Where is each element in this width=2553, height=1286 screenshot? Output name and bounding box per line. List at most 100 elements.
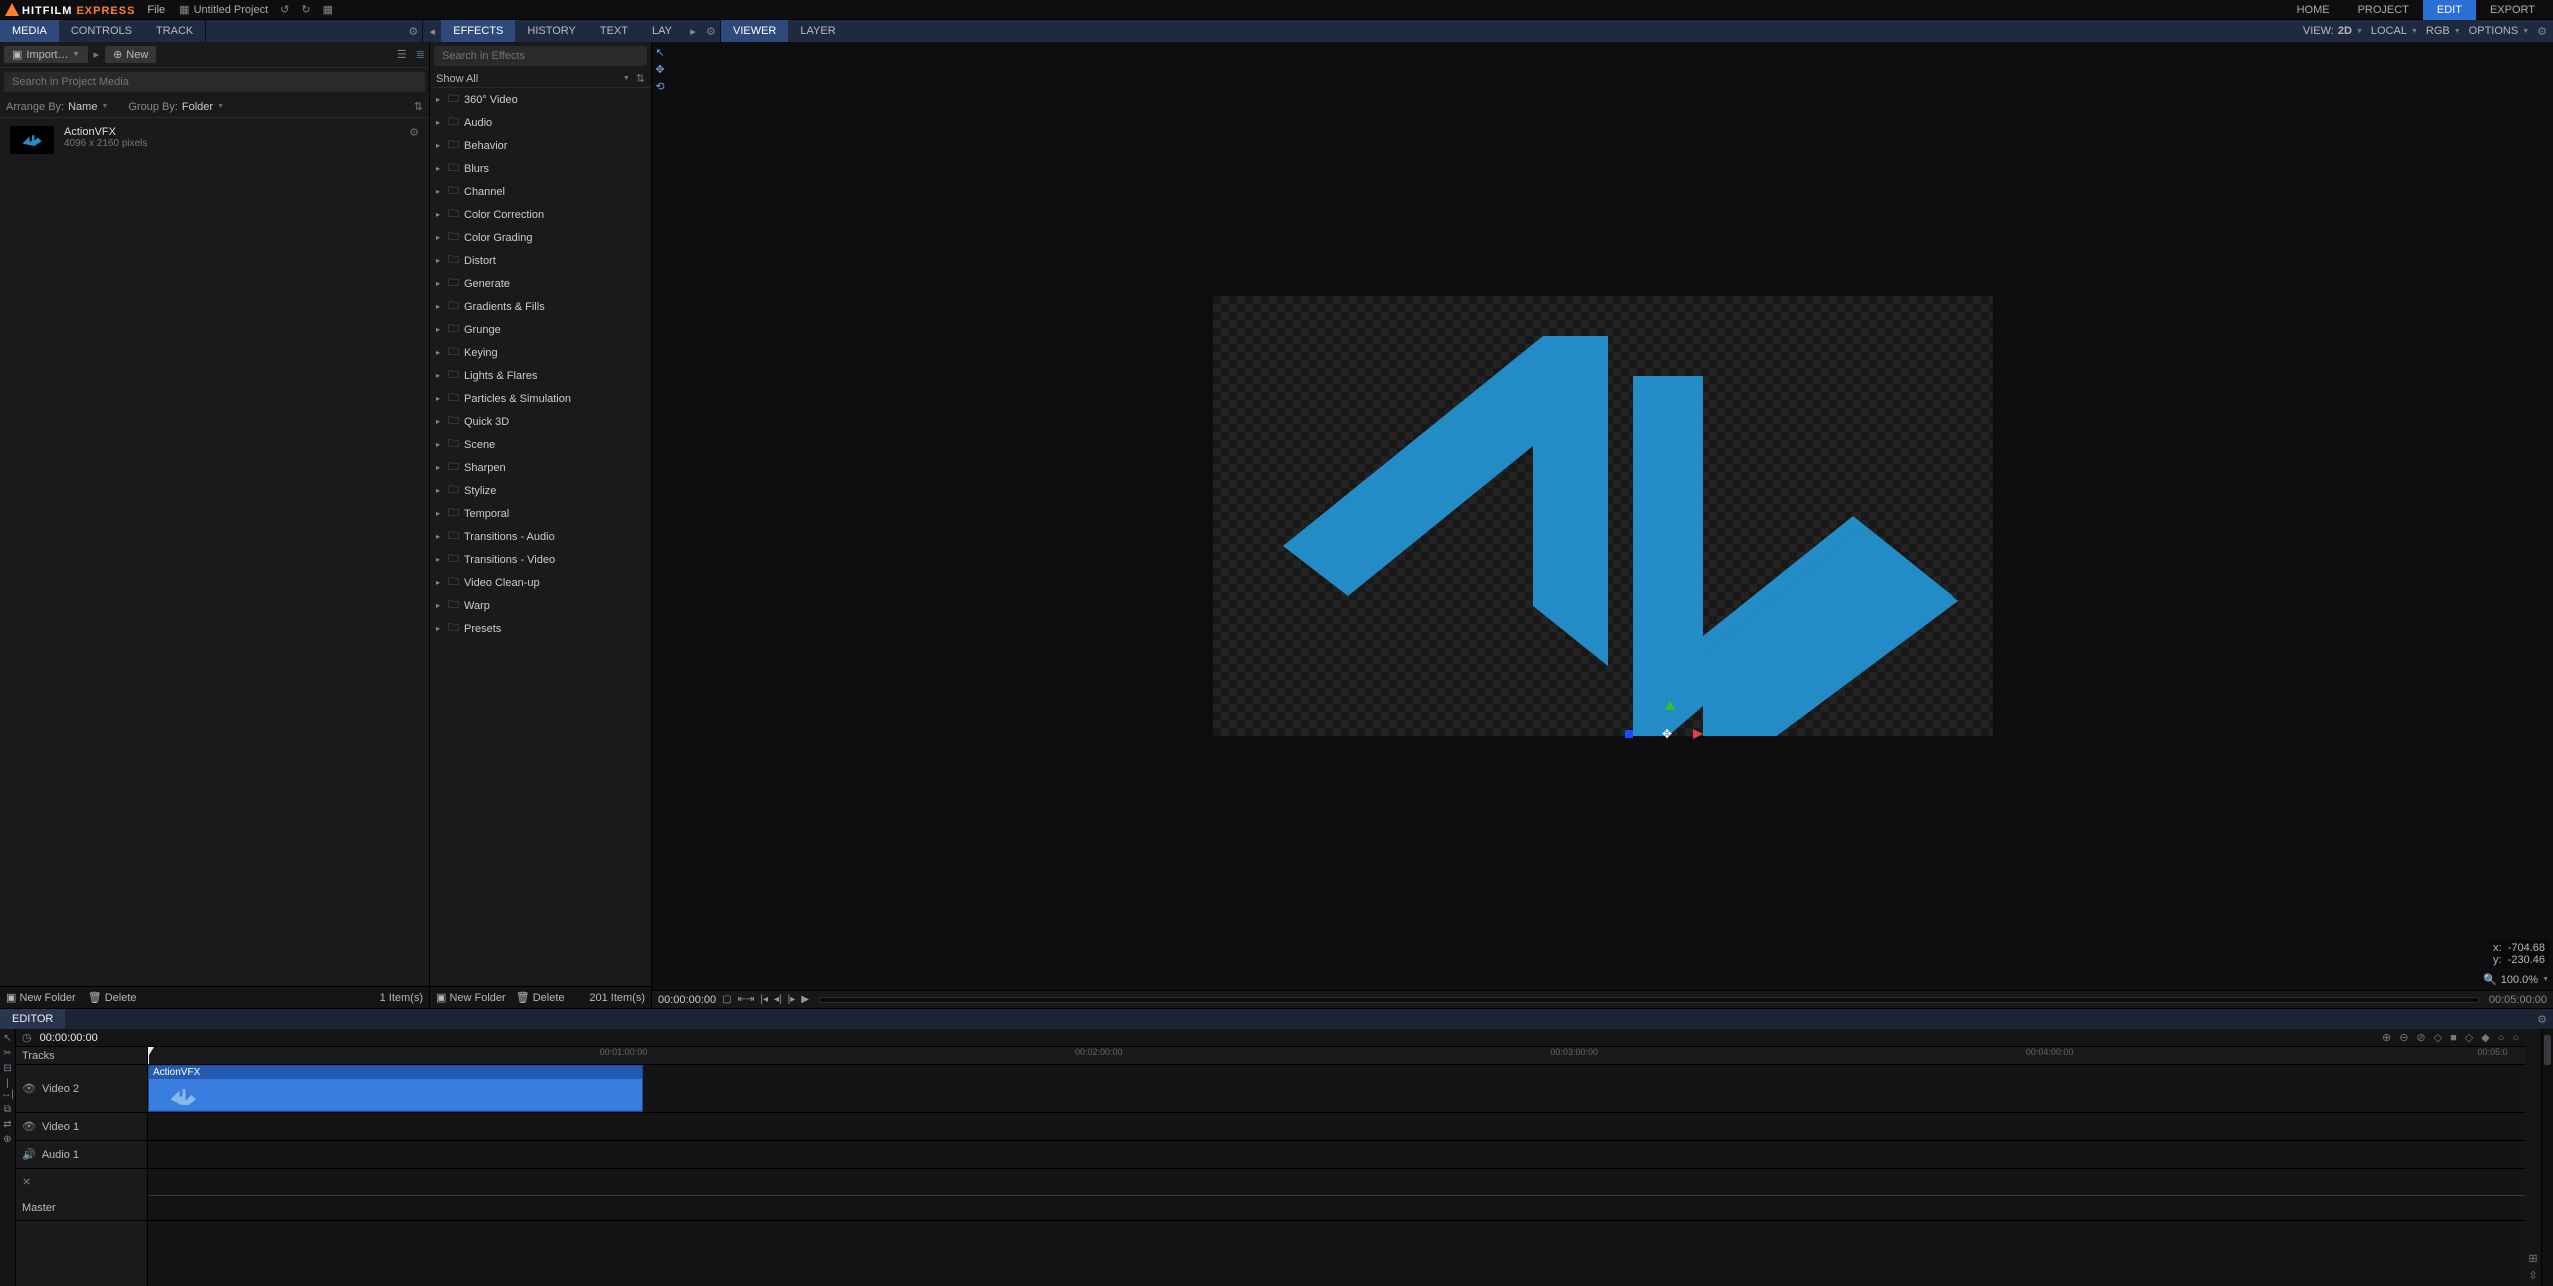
- grid-icon[interactable]: ▦: [323, 3, 333, 16]
- marker-add-icon[interactable]: ⊕: [2382, 1031, 2391, 1044]
- effects-category[interactable]: ▸🗀Channel: [430, 180, 651, 203]
- slice-tool-icon[interactable]: ✂: [0, 1048, 15, 1059]
- effects-category[interactable]: ▸🗀Grunge: [430, 318, 651, 341]
- item-gear-icon[interactable]: ⚙: [409, 126, 419, 139]
- select-tool-icon[interactable]: ↖: [652, 46, 668, 59]
- effects-category[interactable]: ▸🗀Blurs: [430, 157, 651, 180]
- scroll-left-icon[interactable]: ◂: [423, 20, 441, 42]
- select-tool-icon[interactable]: ↖: [0, 1033, 15, 1044]
- tab-media[interactable]: MEDIA: [0, 20, 59, 42]
- effects-category[interactable]: ▸🗀Sharpen: [430, 456, 651, 479]
- media-item[interactable]: ActionVFX 4096 x 2160 pixels ⚙: [6, 124, 423, 156]
- effects-category[interactable]: ▸🗀Color Grading: [430, 226, 651, 249]
- tab-layer[interactable]: LAYER: [788, 20, 847, 42]
- effects-category[interactable]: ▸🗀360° Video: [430, 88, 651, 111]
- visibility-icon[interactable]: 👁: [22, 1082, 36, 1095]
- timeline-ruler[interactable]: 00:01:00:0000:02:00:0000:03:00:0000:04:0…: [148, 1047, 2525, 1064]
- track-name[interactable]: Video 1: [42, 1121, 79, 1133]
- link-tool-icon[interactable]: ⇄: [0, 1119, 15, 1130]
- zoom-icon[interactable]: 🔍: [2483, 973, 2497, 986]
- sort-icon[interactable]: ⇅: [414, 100, 423, 113]
- mute-icon[interactable]: 🔊: [22, 1148, 36, 1161]
- effects-category[interactable]: ▸🗀Presets: [430, 617, 651, 640]
- timeline-timecode[interactable]: 00:00:00:00: [40, 1032, 98, 1044]
- magnet-tool-icon[interactable]: ⊕: [0, 1134, 15, 1145]
- z-handle-icon[interactable]: [1625, 730, 1633, 738]
- track-name[interactable]: Master: [22, 1202, 56, 1214]
- media-search-input[interactable]: [4, 72, 425, 92]
- effects-gear-icon[interactable]: ⚙: [702, 20, 720, 42]
- effects-category[interactable]: ▸🗀Gradients & Fills: [430, 295, 651, 318]
- effects-category[interactable]: ▸🗀Generate: [430, 272, 651, 295]
- media-gear-icon[interactable]: ⚙: [404, 20, 422, 42]
- loop-icon[interactable]: ▢: [722, 994, 731, 1005]
- list-view-icon[interactable]: ☰: [397, 49, 407, 61]
- effects-category[interactable]: ▸🗀Audio: [430, 111, 651, 134]
- effects-category[interactable]: ▸🗀Lights & Flares: [430, 364, 651, 387]
- track-add-icon[interactable]: ⊞: [2528, 1252, 2537, 1265]
- undo-icon[interactable]: ↺: [280, 3, 289, 16]
- channel-dropdown[interactable]: RGB ▼: [2426, 25, 2461, 37]
- kf-opts-icon[interactable]: ○: [2512, 1032, 2519, 1044]
- timeline-vscroll[interactable]: [2541, 1029, 2553, 1286]
- track-name[interactable]: Video 2: [42, 1083, 79, 1095]
- viewer-timecode[interactable]: 00:00:00:00: [658, 994, 716, 1006]
- view-mode-dropdown[interactable]: VIEW: 2D ▼: [2303, 25, 2363, 37]
- go-start-icon[interactable]: |◂: [760, 994, 768, 1005]
- step-back-icon[interactable]: ◂|: [774, 994, 782, 1005]
- orbit-tool-icon[interactable]: ⟲: [652, 80, 668, 93]
- track-name[interactable]: Audio 1: [42, 1149, 79, 1161]
- fx-icon[interactable]: ⨯: [22, 1175, 31, 1188]
- zoom-value[interactable]: 100.0%: [2501, 974, 2538, 986]
- effects-category[interactable]: ▸🗀Stylize: [430, 479, 651, 502]
- effects-category[interactable]: ▸🗀Distort: [430, 249, 651, 272]
- tab-text[interactable]: TEXT: [588, 20, 640, 42]
- x-handle-icon[interactable]: [1693, 729, 1703, 739]
- play-icon[interactable]: ▶: [801, 994, 809, 1005]
- nav-home[interactable]: HOME: [2283, 0, 2344, 20]
- viewer-scrubber[interactable]: [819, 997, 2479, 1003]
- space-dropdown[interactable]: LOCAL ▼: [2371, 25, 2418, 37]
- show-all-label[interactable]: Show All: [436, 73, 478, 85]
- viewer-canvas[interactable]: ↖ ✥ ⟲ ✥ x: -704.68 y: -230.46: [652, 42, 2553, 990]
- kf-clear-icon[interactable]: ○: [2498, 1032, 2505, 1044]
- scroll-right-icon[interactable]: ▸: [684, 20, 702, 42]
- new-folder-btn[interactable]: ▣ New Folder: [6, 991, 76, 1004]
- chevron-right-icon[interactable]: ▸: [94, 48, 100, 61]
- tab-controls[interactable]: CONTROLS: [59, 20, 144, 42]
- move-handle-icon[interactable]: ✥: [1662, 727, 1672, 741]
- nav-project[interactable]: PROJECT: [2344, 0, 2423, 20]
- sort-icon[interactable]: ⇅: [636, 72, 645, 85]
- effects-category[interactable]: ▸🗀Behavior: [430, 134, 651, 157]
- detail-view-icon[interactable]: ≣: [416, 49, 425, 61]
- import-button[interactable]: ▣Import…▼: [4, 46, 88, 63]
- marker-prev-icon[interactable]: ⊖: [2399, 1031, 2408, 1044]
- ripple-tool-icon[interactable]: |↔|: [0, 1078, 15, 1100]
- tab-viewer[interactable]: VIEWER: [721, 20, 788, 42]
- snap-tool-icon[interactable]: ⊟: [0, 1063, 15, 1074]
- effects-category[interactable]: ▸🗀Color Correction: [430, 203, 651, 226]
- viewer-gear-icon[interactable]: ⚙: [2537, 25, 2547, 38]
- new-button[interactable]: ⊕New: [105, 46, 156, 63]
- redo-icon[interactable]: ↻: [301, 3, 310, 16]
- nav-export[interactable]: EXPORT: [2476, 0, 2549, 20]
- tab-layout[interactable]: LAY: [640, 20, 684, 42]
- kf-next-icon[interactable]: ◇: [2465, 1031, 2473, 1044]
- nav-edit[interactable]: EDIT: [2423, 0, 2476, 20]
- delete-btn[interactable]: 🗑 Delete: [88, 991, 137, 1004]
- tab-track[interactable]: TRACK: [144, 20, 205, 42]
- track-height-icon[interactable]: ⇳: [2528, 1269, 2537, 1282]
- effects-category[interactable]: ▸🗀Scene: [430, 433, 651, 456]
- effects-category[interactable]: ▸🗀Keying: [430, 341, 651, 364]
- tab-editor[interactable]: EDITOR: [0, 1009, 65, 1029]
- timeline-clip[interactable]: ActionVFX: [148, 1065, 643, 1112]
- hand-tool-icon[interactable]: ✥: [652, 63, 668, 76]
- kf-prev-icon[interactable]: ◇: [2434, 1031, 2442, 1044]
- group-value[interactable]: Folder: [182, 101, 213, 113]
- effects-category[interactable]: ▸🗀Transitions - Audio: [430, 525, 651, 548]
- rate-tool-icon[interactable]: ⧉: [0, 1104, 15, 1115]
- effects-category[interactable]: ▸🗀Video Clean-up: [430, 571, 651, 594]
- tab-effects[interactable]: EFFECTS: [441, 20, 515, 42]
- y-handle-icon[interactable]: [1665, 700, 1675, 710]
- editor-gear-icon[interactable]: ⚙: [2531, 1013, 2553, 1026]
